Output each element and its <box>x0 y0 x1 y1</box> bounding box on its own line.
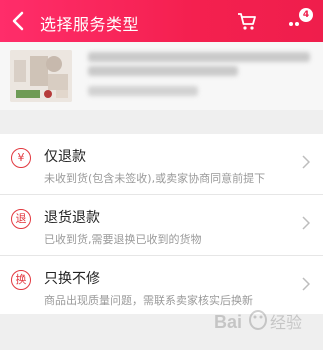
blurred-product-title <box>88 52 310 62</box>
option-label: 只换不修 <box>44 271 100 287</box>
exchange-icon: 换 <box>11 270 31 290</box>
refund-icon: ¥ <box>11 148 31 168</box>
option-label: 仅退款 <box>44 149 86 165</box>
back-arrow-icon[interactable] <box>10 10 28 32</box>
blurred-product-title-line2 <box>88 66 238 76</box>
service-type-list: ¥ 仅退款 未收到货(包含未签收),或卖家协商同意前提下 退 退货退款 已收到货… <box>0 134 323 314</box>
return-icon: 退 <box>11 209 31 229</box>
svg-text:经验: 经验 <box>270 313 302 332</box>
option-return-refund[interactable]: 退 退货退款 已收到货,需要退换已收到的货物 <box>0 195 323 255</box>
header-bar: 选择服务类型 4 <box>0 0 323 42</box>
svg-text:Bai: Bai <box>214 312 242 332</box>
product-thumbnail <box>10 50 72 102</box>
cart-icon[interactable] <box>236 10 258 32</box>
notification-badge: 4 <box>299 8 313 22</box>
chevron-right-icon <box>302 216 310 230</box>
blurred-product-spec <box>88 86 198 96</box>
page-title: 选择服务类型 <box>40 15 140 34</box>
baidu-jingyan-watermark: Bai 经验 <box>212 300 312 340</box>
product-summary <box>0 42 323 110</box>
chevron-right-icon <box>302 277 310 291</box>
option-description: 未收到货(包含未签收),或卖家协商同意前提下 <box>44 172 266 185</box>
option-refund-only[interactable]: ¥ 仅退款 未收到货(包含未签收),或卖家协商同意前提下 <box>0 134 323 194</box>
chevron-right-icon <box>302 155 310 169</box>
option-label: 退货退款 <box>44 210 100 226</box>
option-description: 已收到货,需要退换已收到的货物 <box>44 233 202 246</box>
